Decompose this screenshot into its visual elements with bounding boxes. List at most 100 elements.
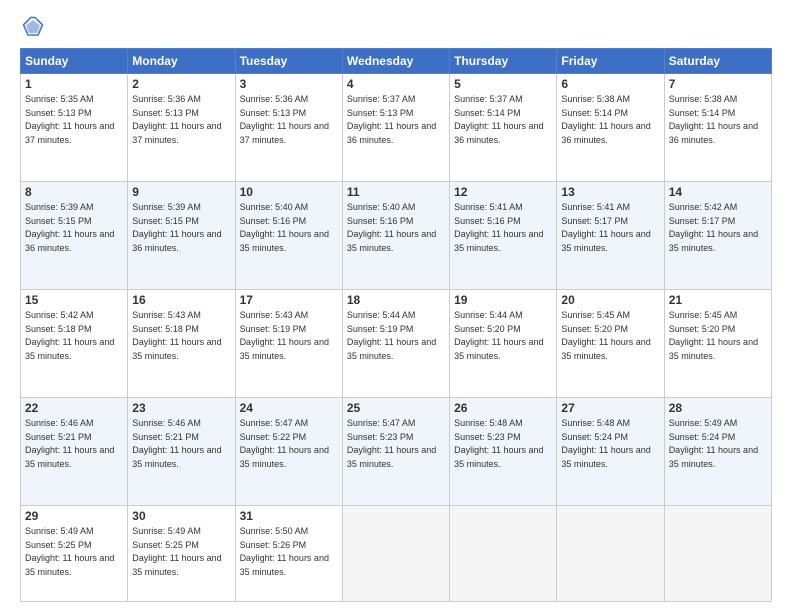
- calendar-week-row: 29Sunrise: 5:49 AMSunset: 5:25 PMDayligh…: [21, 506, 772, 602]
- calendar-cell: 17 Sunrise: 5:43 AMSunset: 5:19 PMDayligh…: [235, 290, 342, 398]
- day-detail: Sunrise: 5:44 AMSunset: 5:20 PMDaylight:…: [454, 310, 543, 361]
- day-detail: Sunrise: 5:36 AMSunset: 5:13 PMDaylight:…: [132, 94, 221, 145]
- calendar-cell: 6 Sunrise: 5:38 AMSunset: 5:14 PMDaylight…: [557, 74, 664, 182]
- calendar-cell: 5 Sunrise: 5:37 AMSunset: 5:14 PMDaylight…: [450, 74, 557, 182]
- calendar-week-row: 15Sunrise: 5:42 AMSunset: 5:18 PMDayligh…: [21, 290, 772, 398]
- calendar-cell: 10 Sunrise: 5:40 AMSunset: 5:16 PMDayligh…: [235, 182, 342, 290]
- day-detail: Sunrise: 5:37 AMSunset: 5:13 PMDaylight:…: [347, 94, 436, 145]
- day-number: 24: [240, 401, 338, 415]
- day-number: 18: [347, 293, 445, 307]
- day-detail: Sunrise: 5:48 AMSunset: 5:24 PMDaylight:…: [561, 418, 650, 469]
- calendar-cell: 26 Sunrise: 5:48 AMSunset: 5:23 PMDayligh…: [450, 398, 557, 506]
- day-number: 26: [454, 401, 552, 415]
- calendar-table: SundayMondayTuesdayWednesdayThursdayFrid…: [20, 48, 772, 602]
- calendar-cell: 23 Sunrise: 5:46 AMSunset: 5:21 PMDayligh…: [128, 398, 235, 506]
- day-detail: Sunrise: 5:50 AMSunset: 5:26 PMDaylight:…: [240, 526, 329, 577]
- day-detail: Sunrise: 5:45 AMSunset: 5:20 PMDaylight:…: [561, 310, 650, 361]
- day-number: 14: [669, 185, 767, 199]
- day-detail: Sunrise: 5:41 AMSunset: 5:16 PMDaylight:…: [454, 202, 543, 253]
- calendar-cell: 4 Sunrise: 5:37 AMSunset: 5:13 PMDaylight…: [342, 74, 449, 182]
- day-number: 2: [132, 77, 230, 91]
- day-detail: Sunrise: 5:47 AMSunset: 5:23 PMDaylight:…: [347, 418, 436, 469]
- day-number: 3: [240, 77, 338, 91]
- header: [20, 16, 772, 38]
- calendar-cell: 14Sunrise: 5:42 AMSunset: 5:17 PMDayligh…: [664, 182, 771, 290]
- calendar-header-thursday: Thursday: [450, 49, 557, 74]
- calendar-week-row: 22 Sunrise: 5:46 AMSunset: 5:21 PMDayligh…: [21, 398, 772, 506]
- day-number: 22: [25, 401, 123, 415]
- day-detail: Sunrise: 5:38 AMSunset: 5:14 PMDaylight:…: [561, 94, 650, 145]
- day-number: 27: [561, 401, 659, 415]
- day-detail: Sunrise: 5:37 AMSunset: 5:14 PMDaylight:…: [454, 94, 543, 145]
- calendar-cell: [557, 506, 664, 602]
- calendar-cell: 28 Sunrise: 5:49 AMSunset: 5:24 PMDayligh…: [664, 398, 771, 506]
- calendar-cell: 18 Sunrise: 5:44 AMSunset: 5:19 PMDayligh…: [342, 290, 449, 398]
- day-number: 7: [669, 77, 767, 91]
- calendar-cell: 16 Sunrise: 5:43 AMSunset: 5:18 PMDayligh…: [128, 290, 235, 398]
- day-number: 17: [240, 293, 338, 307]
- day-detail: Sunrise: 5:47 AMSunset: 5:22 PMDaylight:…: [240, 418, 329, 469]
- calendar-header-sunday: Sunday: [21, 49, 128, 74]
- calendar-cell: 1Sunrise: 5:35 AMSunset: 5:13 PMDaylight…: [21, 74, 128, 182]
- calendar-cell: 7Sunrise: 5:38 AMSunset: 5:14 PMDaylight…: [664, 74, 771, 182]
- calendar-cell: 20 Sunrise: 5:45 AMSunset: 5:20 PMDayligh…: [557, 290, 664, 398]
- calendar-cell: [450, 506, 557, 602]
- day-number: 10: [240, 185, 338, 199]
- day-number: 25: [347, 401, 445, 415]
- day-detail: Sunrise: 5:49 AMSunset: 5:25 PMDaylight:…: [25, 526, 114, 577]
- day-number: 19: [454, 293, 552, 307]
- calendar-cell: 30Sunrise: 5:49 AMSunset: 5:25 PMDayligh…: [128, 506, 235, 602]
- day-detail: Sunrise: 5:40 AMSunset: 5:16 PMDaylight:…: [347, 202, 436, 253]
- calendar-cell: 24 Sunrise: 5:47 AMSunset: 5:22 PMDayligh…: [235, 398, 342, 506]
- day-number: 5: [454, 77, 552, 91]
- logo: [20, 16, 46, 38]
- calendar-header-monday: Monday: [128, 49, 235, 74]
- calendar-header-row: SundayMondayTuesdayWednesdayThursdayFrid…: [21, 49, 772, 74]
- calendar-cell: 31 Sunrise: 5:50 AMSunset: 5:26 PMDayligh…: [235, 506, 342, 602]
- day-detail: Sunrise: 5:39 AMSunset: 5:15 PMDaylight:…: [132, 202, 221, 253]
- calendar-week-row: 8 Sunrise: 5:39 AMSunset: 5:15 PMDaylight…: [21, 182, 772, 290]
- calendar-header-friday: Friday: [557, 49, 664, 74]
- day-detail: Sunrise: 5:36 AMSunset: 5:13 PMDaylight:…: [240, 94, 329, 145]
- calendar-cell: 13 Sunrise: 5:41 AMSunset: 5:17 PMDayligh…: [557, 182, 664, 290]
- calendar-cell: 8Sunrise: 5:39 AMSunset: 5:15 PMDaylight…: [21, 182, 128, 290]
- day-number: 1: [25, 77, 123, 91]
- day-detail: Sunrise: 5:48 AMSunset: 5:23 PMDaylight:…: [454, 418, 543, 469]
- calendar-header-wednesday: Wednesday: [342, 49, 449, 74]
- calendar-cell: [664, 506, 771, 602]
- day-number: 11: [347, 185, 445, 199]
- day-detail: Sunrise: 5:43 AMSunset: 5:18 PMDaylight:…: [132, 310, 221, 361]
- day-number: 16: [132, 293, 230, 307]
- day-number: 4: [347, 77, 445, 91]
- day-number: 12: [454, 185, 552, 199]
- calendar-cell: 3 Sunrise: 5:36 AMSunset: 5:13 PMDaylight…: [235, 74, 342, 182]
- calendar-cell: 27 Sunrise: 5:48 AMSunset: 5:24 PMDayligh…: [557, 398, 664, 506]
- day-number: 28: [669, 401, 767, 415]
- day-number: 31: [240, 509, 338, 523]
- day-number: 9: [132, 185, 230, 199]
- day-number: 20: [561, 293, 659, 307]
- day-detail: Sunrise: 5:41 AMSunset: 5:17 PMDaylight:…: [561, 202, 650, 253]
- day-number: 6: [561, 77, 659, 91]
- day-detail: Sunrise: 5:44 AMSunset: 5:19 PMDaylight:…: [347, 310, 436, 361]
- calendar-cell: 25 Sunrise: 5:47 AMSunset: 5:23 PMDayligh…: [342, 398, 449, 506]
- calendar-week-row: 1Sunrise: 5:35 AMSunset: 5:13 PMDaylight…: [21, 74, 772, 182]
- day-number: 13: [561, 185, 659, 199]
- calendar-cell: 12 Sunrise: 5:41 AMSunset: 5:16 PMDayligh…: [450, 182, 557, 290]
- day-detail: Sunrise: 5:49 AMSunset: 5:24 PMDaylight:…: [669, 418, 758, 469]
- day-detail: Sunrise: 5:46 AMSunset: 5:21 PMDaylight:…: [25, 418, 114, 469]
- day-detail: Sunrise: 5:43 AMSunset: 5:19 PMDaylight:…: [240, 310, 329, 361]
- day-detail: Sunrise: 5:46 AMSunset: 5:21 PMDaylight:…: [132, 418, 221, 469]
- calendar-cell: 29Sunrise: 5:49 AMSunset: 5:25 PMDayligh…: [21, 506, 128, 602]
- day-number: 8: [25, 185, 123, 199]
- day-number: 30: [132, 509, 230, 523]
- day-number: 23: [132, 401, 230, 415]
- day-detail: Sunrise: 5:40 AMSunset: 5:16 PMDaylight:…: [240, 202, 329, 253]
- logo-icon: [22, 16, 44, 38]
- calendar-cell: 22 Sunrise: 5:46 AMSunset: 5:21 PMDayligh…: [21, 398, 128, 506]
- calendar-header-saturday: Saturday: [664, 49, 771, 74]
- calendar-cell: 11 Sunrise: 5:40 AMSunset: 5:16 PMDayligh…: [342, 182, 449, 290]
- day-detail: Sunrise: 5:42 AMSunset: 5:18 PMDaylight:…: [25, 310, 114, 361]
- page: SundayMondayTuesdayWednesdayThursdayFrid…: [0, 0, 792, 612]
- calendar-cell: 21Sunrise: 5:45 AMSunset: 5:20 PMDayligh…: [664, 290, 771, 398]
